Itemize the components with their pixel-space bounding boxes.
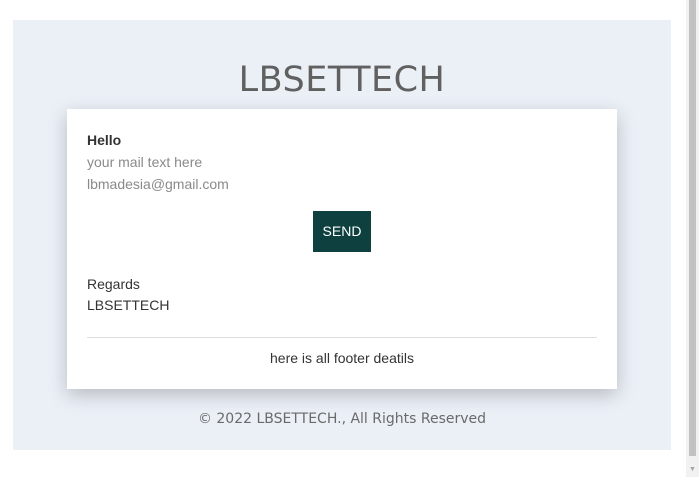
brand-title: LBSETTECH	[238, 60, 446, 100]
regards-text: Regards	[87, 276, 140, 292]
card-footer-text: here is all footer deatils	[270, 350, 414, 366]
mail-message-text: your mail text here	[87, 154, 203, 170]
email-card: Hello your mail text here lbmadesia@gmai…	[67, 109, 617, 389]
copyright-text: © 2022 LBSETTECH., All Rights Reserved	[197, 411, 487, 427]
email-page-container: LBSETTECH Hello your mail text here lbma…	[13, 20, 671, 450]
vertical-scrollbar[interactable]: ▼	[686, 0, 699, 477]
mail-address-text: lbmadesia@gmail.com	[87, 176, 229, 192]
send-button[interactable]: SEND	[313, 211, 371, 252]
scroll-down-arrow-icon[interactable]: ▼	[686, 465, 699, 475]
signature-text: LBSETTECH	[87, 297, 170, 313]
footer-divider	[87, 337, 597, 338]
greeting-text: Hello	[87, 132, 122, 148]
scrollbar-thumb[interactable]	[689, 0, 696, 456]
